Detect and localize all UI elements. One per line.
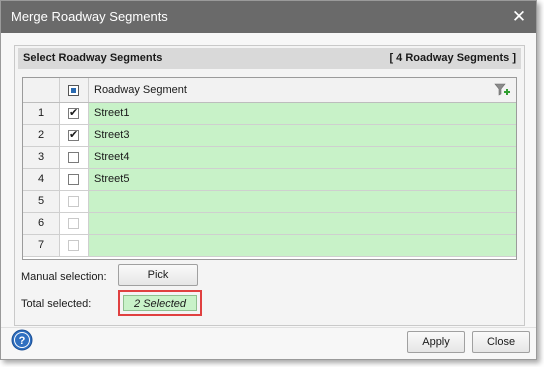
row-checkbox: [68, 240, 79, 251]
row-number: 5: [23, 191, 60, 212]
row-checkbox: [68, 196, 79, 207]
close-button[interactable]: Close: [472, 331, 530, 353]
row-checkbox-cell: [60, 191, 89, 212]
row-checkbox: [68, 218, 79, 229]
grid-header-row: Roadway Segment: [23, 78, 516, 103]
roadway-segment-cell: Street4: [89, 147, 516, 168]
apply-button[interactable]: Apply: [407, 331, 465, 353]
dialog-title: Merge Roadway Segments: [11, 9, 168, 24]
total-selected-highlight: 2 Selected: [118, 290, 202, 316]
row-number-header: [23, 78, 60, 102]
row-number: 6: [23, 213, 60, 234]
segment-count-label: [ 4 Roadway Segments ]: [389, 52, 516, 64]
roadway-segment-cell: Street3: [89, 125, 516, 146]
table-row[interactable]: 1 ✔ Street1: [23, 103, 516, 125]
table-row[interactable]: 2 ✔ Street3: [23, 125, 516, 147]
close-icon[interactable]: ✕: [508, 6, 530, 28]
row-checkbox[interactable]: [68, 174, 79, 185]
help-icon[interactable]: ?: [11, 329, 33, 351]
table-row[interactable]: 6: [23, 213, 516, 235]
row-checkbox-cell: [60, 235, 89, 256]
roadway-segment-cell: [89, 235, 516, 256]
title-bar: Merge Roadway Segments ✕: [1, 1, 536, 33]
row-checkbox[interactable]: ✔: [68, 108, 79, 119]
row-checkbox-cell: [60, 213, 89, 234]
roadway-segment-cell: Street5: [89, 169, 516, 190]
manual-selection-label: Manual selection:: [21, 271, 107, 283]
footer-divider: [1, 327, 536, 328]
row-number: 7: [23, 235, 60, 256]
select-all-cell: [60, 78, 89, 102]
row-number: 3: [23, 147, 60, 168]
row-number: 1: [23, 103, 60, 124]
row-number: 2: [23, 125, 60, 146]
row-checkbox-cell: ✔: [60, 125, 89, 146]
roadway-segment-cell: Street1: [89, 103, 516, 124]
table-row[interactable]: 7: [23, 235, 516, 257]
svg-text:?: ?: [19, 335, 26, 347]
row-number: 4: [23, 169, 60, 190]
row-checkbox[interactable]: ✔: [68, 130, 79, 141]
table-row[interactable]: 4 Street5: [23, 169, 516, 191]
merge-roadway-segments-dialog: Merge Roadway Segments ✕ Select Roadway …: [0, 0, 537, 360]
column-header-label: Roadway Segment: [94, 84, 187, 96]
pick-button[interactable]: Pick: [118, 264, 198, 286]
total-selected-value: 2 Selected: [123, 295, 197, 311]
table-row[interactable]: 3 Street4: [23, 147, 516, 169]
select-all-checkbox[interactable]: [68, 85, 79, 96]
panel-header: Select Roadway Segments [ 4 Roadway Segm…: [18, 48, 521, 69]
panel-title: Select Roadway Segments: [23, 52, 163, 64]
total-selected-label: Total selected:: [21, 298, 92, 310]
table-row[interactable]: 5: [23, 191, 516, 213]
filter-add-icon[interactable]: [494, 83, 510, 97]
select-segments-panel: Select Roadway Segments [ 4 Roadway Segm…: [14, 45, 525, 326]
row-checkbox-cell: ✔: [60, 103, 89, 124]
row-checkbox[interactable]: [68, 152, 79, 163]
row-checkbox-cell: [60, 169, 89, 190]
roadway-segment-cell: [89, 213, 516, 234]
row-checkbox-cell: [60, 147, 89, 168]
column-header-roadway-segment[interactable]: Roadway Segment: [89, 78, 516, 102]
roadway-segment-cell: [89, 191, 516, 212]
segments-grid: Roadway Segment 1 ✔ Street1 2 ✔ Street3 3 Stree…: [22, 77, 517, 260]
